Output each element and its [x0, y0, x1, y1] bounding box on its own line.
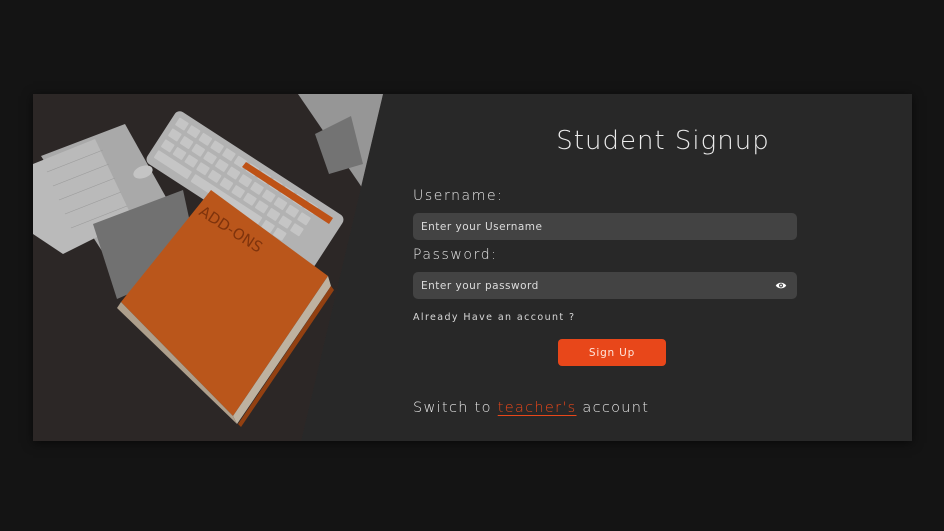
- username-field-wrapper: [413, 213, 797, 240]
- switch-account-text: Switch to teacher's account: [413, 400, 649, 416]
- password-field-wrapper: [413, 272, 797, 299]
- username-input[interactable]: [413, 213, 797, 240]
- switch-suffix: account: [576, 400, 650, 416]
- signup-card: ADD-ONS Student Signup Username: Passwor…: [33, 94, 912, 441]
- page-title: Student Signup: [556, 126, 770, 156]
- password-input[interactable]: [413, 272, 797, 299]
- username-label: Username:: [413, 188, 504, 204]
- password-label: Password:: [413, 247, 498, 263]
- teacher-account-link[interactable]: teacher's: [498, 400, 577, 416]
- eye-icon[interactable]: [775, 280, 787, 291]
- switch-prefix: Switch to: [413, 400, 498, 416]
- already-have-account-link[interactable]: Already Have an account ?: [413, 312, 575, 323]
- sign-up-button[interactable]: Sign Up: [558, 339, 666, 366]
- desk-photo: ADD-ONS: [33, 94, 383, 441]
